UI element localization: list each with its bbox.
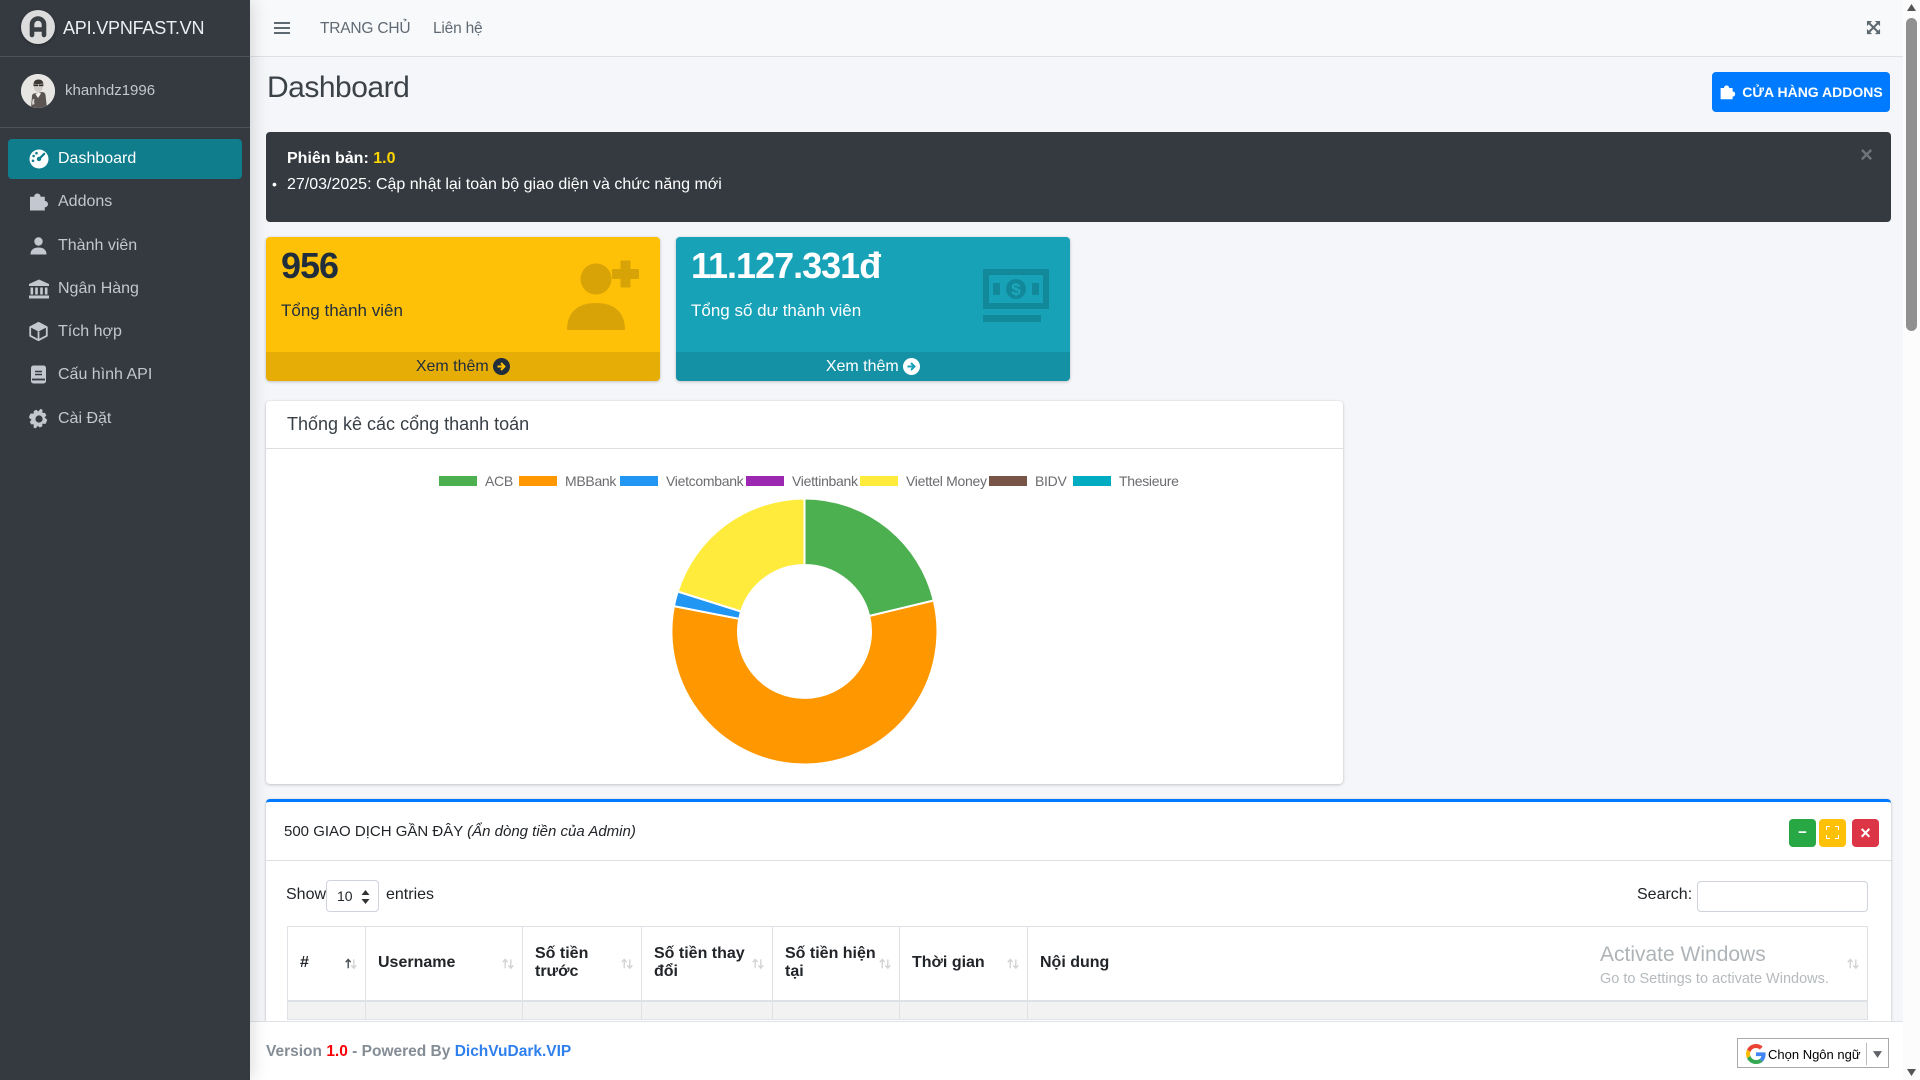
svg-text:$: $ <box>1011 280 1021 299</box>
